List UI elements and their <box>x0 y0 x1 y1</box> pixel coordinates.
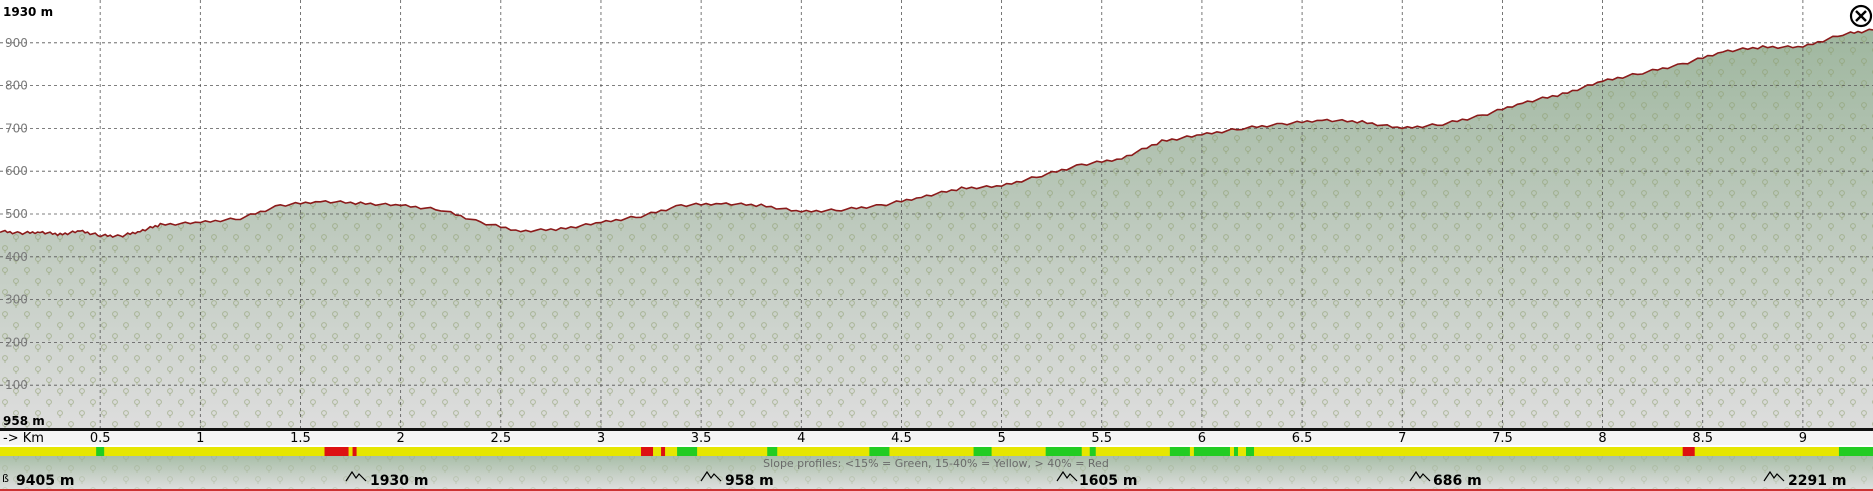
min-elevation-value: 958 m <box>725 473 774 489</box>
y-tick-900: 900 <box>5 36 28 50</box>
slope-segment-red <box>641 447 654 456</box>
axis-separator <box>0 428 1873 431</box>
slope-segment-red <box>352 447 357 456</box>
slope-profile-bar <box>0 447 1873 456</box>
max-elevation-value: 1930 m <box>370 473 428 489</box>
elevation-profile-window: 900 800 700 600 500 400 300 200 100 1930 m 958 m… <box>0 0 1873 491</box>
x-tick-3: 3 <box>597 431 605 446</box>
y-axis-ticks: 900 800 700 600 500 400 300 200 100 <box>5 36 28 392</box>
x-tick-8.5: 8.5 <box>1692 431 1713 446</box>
x-tick-3.5: 3.5 <box>691 431 712 446</box>
x-tick-9: 9 <box>1799 431 1807 446</box>
close-button[interactable] <box>1849 4 1873 28</box>
y-tick-400: 400 <box>5 250 28 264</box>
slope-segment-green <box>1245 447 1255 456</box>
x-tick-5: 5 <box>997 431 1005 446</box>
elevation-profile-chart: 900 800 700 600 500 400 300 200 100 1930 m 958 m… <box>0 0 1873 491</box>
x-tick-2: 2 <box>397 431 405 446</box>
x-tick-7.5: 7.5 <box>1492 431 1513 446</box>
x-tick-6: 6 <box>1198 431 1206 446</box>
slope-segment-green <box>1089 447 1096 456</box>
y-tick-100: 100 <box>5 378 28 392</box>
distance-icon: ß <box>2 472 9 485</box>
slope-segment-green <box>973 447 992 456</box>
y-tick-300: 300 <box>5 293 28 307</box>
slope-segment-green <box>1045 447 1082 456</box>
x-tick-0.5: 0.5 <box>90 431 111 446</box>
slope-segment-green <box>1193 447 1230 456</box>
distance-value: 9405 m <box>16 473 74 489</box>
ascent-value: 1605 m <box>1079 473 1137 489</box>
slope-segment-green <box>96 447 105 456</box>
x-tick-5.5: 5.5 <box>1091 431 1112 446</box>
x-tick-4.5: 4.5 <box>891 431 912 446</box>
x-tick-7: 7 <box>1398 431 1406 446</box>
descent-value: 686 m <box>1433 473 1482 489</box>
slope-segment-green <box>767 447 778 456</box>
y-tick-500: 500 <box>5 207 28 221</box>
slope-segment-green <box>1838 447 1873 456</box>
y-bottom-label: 958 m <box>3 414 45 428</box>
x-axis-label: -> Km <box>3 431 44 446</box>
slope-segment-red <box>324 447 349 456</box>
x-axis-strip <box>0 431 1873 445</box>
y-tick-200: 200 <box>5 335 28 349</box>
y-tick-800: 800 <box>5 79 28 93</box>
x-tick-8: 8 <box>1598 431 1606 446</box>
x-tick-4: 4 <box>797 431 805 446</box>
x-tick-2.5: 2.5 <box>490 431 511 446</box>
slope-legend: Slope profiles: <15% = Green, 15-40% = Y… <box>763 457 1109 470</box>
slope-segment-green <box>869 447 890 456</box>
range-value: 2291 m <box>1788 473 1846 489</box>
slope-segment-green <box>1233 447 1238 456</box>
x-tick-1: 1 <box>196 431 204 446</box>
y-top-label: 1930 m <box>3 5 53 19</box>
y-tick-700: 700 <box>5 121 28 135</box>
slope-segment-green <box>677 447 698 456</box>
x-tick-1.5: 1.5 <box>290 431 311 446</box>
slope-segment-green <box>1169 447 1190 456</box>
slope-segment-red <box>1682 447 1695 456</box>
x-tick-6.5: 6.5 <box>1292 431 1313 446</box>
slope-segment-red <box>661 447 666 456</box>
y-tick-600: 600 <box>5 164 28 178</box>
